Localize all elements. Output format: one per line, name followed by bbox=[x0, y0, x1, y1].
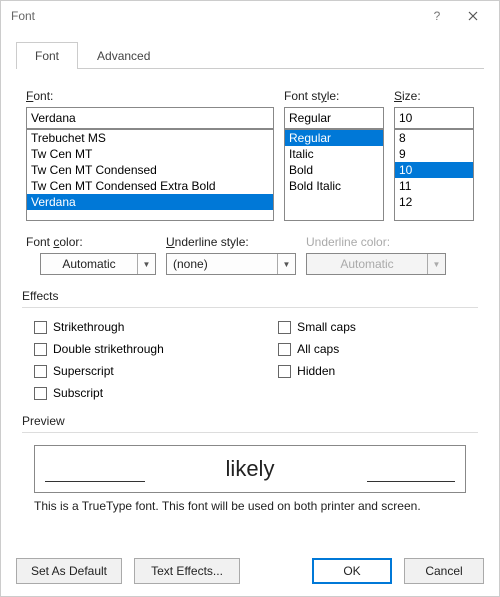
chevron-down-icon: ▼ bbox=[277, 254, 295, 274]
superscript-checkbox[interactable]: Superscript bbox=[34, 364, 278, 378]
font-color-label: Font color: bbox=[26, 235, 156, 249]
list-item[interactable]: Trebuchet MS bbox=[27, 130, 273, 146]
list-item[interactable]: 9 bbox=[395, 146, 473, 162]
checkbox-box bbox=[34, 343, 47, 356]
divider bbox=[22, 307, 478, 308]
all-caps-checkbox[interactable]: All caps bbox=[278, 342, 466, 356]
effects-right-column: Small caps All caps Hidden bbox=[278, 320, 466, 400]
underline-color-value: Automatic bbox=[307, 257, 427, 271]
underline-style-column: Underline style: (none) ▼ bbox=[166, 235, 296, 275]
checkbox-label: All caps bbox=[297, 342, 339, 356]
color-underline-row: Font color: Automatic ▼ Underline style:… bbox=[16, 235, 484, 275]
list-item[interactable]: 12 bbox=[395, 194, 473, 210]
font-selection-row: Font: Trebuchet MS Tw Cen MT Tw Cen MT C… bbox=[16, 89, 484, 221]
checkbox-box bbox=[34, 387, 47, 400]
checkbox-label: Subscript bbox=[53, 386, 103, 400]
font-column: Font: Trebuchet MS Tw Cen MT Tw Cen MT C… bbox=[26, 89, 274, 221]
font-color-combo[interactable]: Automatic ▼ bbox=[40, 253, 156, 275]
font-style-label: Font style: bbox=[284, 89, 384, 103]
list-item[interactable]: 10 bbox=[395, 162, 473, 178]
button-bar: Set As Default Text Effects... OK Cancel bbox=[16, 558, 484, 584]
font-listbox[interactable]: Trebuchet MS Tw Cen MT Tw Cen MT Condens… bbox=[26, 129, 274, 221]
tab-advanced[interactable]: Advanced bbox=[78, 42, 169, 69]
small-caps-checkbox[interactable]: Small caps bbox=[278, 320, 466, 334]
divider bbox=[22, 432, 478, 433]
checkbox-label: Strikethrough bbox=[53, 320, 124, 334]
font-dialog: Font ? Font Advanced Font: Trebuchet MS … bbox=[0, 0, 500, 597]
cancel-button[interactable]: Cancel bbox=[404, 558, 484, 584]
underline-color-column: Underline color: Automatic ▼ bbox=[306, 235, 446, 275]
hidden-checkbox[interactable]: Hidden bbox=[278, 364, 466, 378]
list-item[interactable]: 8 bbox=[395, 130, 473, 146]
font-input[interactable] bbox=[26, 107, 274, 129]
strikethrough-checkbox[interactable]: Strikethrough bbox=[34, 320, 278, 334]
list-item[interactable]: Verdana bbox=[27, 194, 273, 210]
size-listbox[interactable]: 8 9 10 11 12 bbox=[394, 129, 474, 221]
size-label: Size: bbox=[394, 89, 474, 103]
underline-color-label: Underline color: bbox=[306, 235, 446, 249]
subscript-checkbox[interactable]: Subscript bbox=[34, 386, 278, 400]
window-controls: ? bbox=[419, 5, 491, 27]
font-style-listbox[interactable]: Regular Italic Bold Bold Italic bbox=[284, 129, 384, 221]
list-item[interactable]: Italic bbox=[285, 146, 383, 162]
checkbox-box bbox=[278, 365, 291, 378]
list-item[interactable]: Bold Italic bbox=[285, 178, 383, 194]
list-item[interactable]: Regular bbox=[285, 130, 383, 146]
text-effects-button[interactable]: Text Effects... bbox=[134, 558, 240, 584]
font-style-column: Font style: Regular Italic Bold Bold Ita… bbox=[284, 89, 384, 221]
list-item[interactable]: Tw Cen MT bbox=[27, 146, 273, 162]
effects-group-label: Effects bbox=[22, 289, 484, 303]
size-input[interactable] bbox=[394, 107, 474, 129]
effects-group: Strikethrough Double strikethrough Super… bbox=[16, 320, 484, 400]
list-item[interactable]: 11 bbox=[395, 178, 473, 194]
chevron-down-icon: ▼ bbox=[427, 254, 445, 274]
ok-button[interactable]: OK bbox=[312, 558, 392, 584]
tab-strip: Font Advanced bbox=[16, 41, 484, 69]
title-bar: Font ? bbox=[1, 1, 499, 31]
underline-style-value: (none) bbox=[167, 257, 277, 271]
underline-style-label: Underline style: bbox=[166, 235, 296, 249]
dialog-content: Font Advanced Font: Trebuchet MS Tw Cen … bbox=[1, 31, 499, 579]
font-color-column: Font color: Automatic ▼ bbox=[26, 235, 156, 275]
font-color-value: Automatic bbox=[41, 257, 137, 271]
close-icon bbox=[468, 11, 478, 21]
list-item[interactable]: Bold bbox=[285, 162, 383, 178]
preview-hint: This is a TrueType font. This font will … bbox=[34, 499, 466, 513]
set-as-default-button[interactable]: Set As Default bbox=[16, 558, 122, 584]
list-item[interactable]: Tw Cen MT Condensed bbox=[27, 162, 273, 178]
size-column: Size: 8 9 10 11 12 bbox=[394, 89, 474, 221]
preview-box: likely bbox=[34, 445, 466, 493]
checkbox-label: Hidden bbox=[297, 364, 335, 378]
chevron-down-icon: ▼ bbox=[137, 254, 155, 274]
checkbox-box bbox=[278, 321, 291, 334]
double-strikethrough-checkbox[interactable]: Double strikethrough bbox=[34, 342, 278, 356]
checkbox-box bbox=[278, 343, 291, 356]
window-title: Font bbox=[11, 9, 35, 23]
checkbox-label: Double strikethrough bbox=[53, 342, 164, 356]
checkbox-box bbox=[34, 365, 47, 378]
preview-group-label: Preview bbox=[22, 414, 484, 428]
close-button[interactable] bbox=[455, 5, 491, 27]
tab-font[interactable]: Font bbox=[16, 42, 78, 69]
preview-line bbox=[367, 481, 455, 482]
preview-line bbox=[45, 481, 145, 482]
list-item[interactable]: Tw Cen MT Condensed Extra Bold bbox=[27, 178, 273, 194]
checkbox-label: Small caps bbox=[297, 320, 356, 334]
underline-style-combo[interactable]: (none) ▼ bbox=[166, 253, 296, 275]
font-style-input[interactable] bbox=[284, 107, 384, 129]
effects-left-column: Strikethrough Double strikethrough Super… bbox=[34, 320, 278, 400]
preview-sample-text: likely bbox=[226, 456, 275, 482]
font-label: Font: bbox=[26, 89, 274, 103]
underline-color-combo: Automatic ▼ bbox=[306, 253, 446, 275]
help-button[interactable]: ? bbox=[419, 5, 455, 27]
checkbox-label: Superscript bbox=[53, 364, 114, 378]
checkbox-box bbox=[34, 321, 47, 334]
